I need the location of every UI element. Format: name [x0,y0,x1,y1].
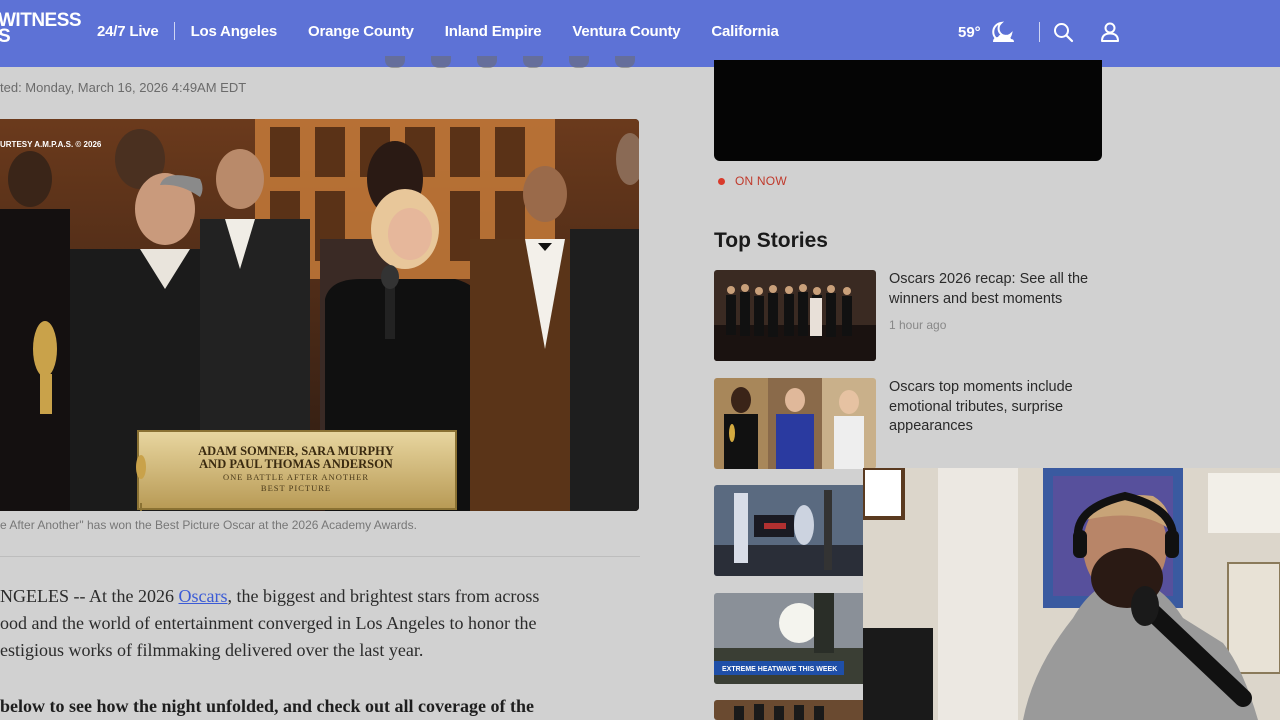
story-time: 1 hour ago [889,318,947,332]
plaque-line4: BEST PICTURE [261,483,331,493]
moon-cloud-icon [991,21,1014,42]
header-divider [1039,22,1040,42]
on-now-indicator: ON NOW [718,174,787,188]
body-line3: estigious works of filmmaking delivered … [0,640,424,660]
nav-los-angeles[interactable]: Los Angeles [191,23,278,40]
facebook-icon[interactable] [385,56,405,68]
story-thumbnail[interactable] [714,378,876,469]
body-line2: ood and the world of entertainment conve… [0,613,537,633]
plaque-line2: AND PAUL THOMAS ANDERSON [199,457,393,471]
nav-orange-county[interactable]: Orange County [308,23,414,40]
story-title[interactable]: Oscars top moments include emotional tri… [889,378,1104,437]
oscars-link[interactable]: Oscars [178,586,227,606]
story-thumbnail[interactable] [714,485,876,576]
article-body: NGELES -- At the 2026 Oscars, the bigges… [0,583,620,664]
story-title[interactable]: Oscars 2026 recap: See all the winners a… [889,270,1104,309]
nav-live[interactable]: 24/7 Live [97,23,159,40]
x-icon[interactable] [431,56,451,68]
user-icon[interactable] [1099,21,1121,43]
logo-line1: WITNESS [0,10,82,31]
body-rest: , the biggest and brightest stars from a… [227,586,540,606]
body-prefix: NGELES -- At the 2026 [0,586,179,606]
story-item[interactable]: Oscars 2026 recap: See all the winners a… [714,270,1104,362]
plaque-line1: ADAM SOMNER, SARA MURPHY [198,444,394,458]
link-icon[interactable] [615,56,635,68]
nav-ventura-county[interactable]: Ventura County [572,23,680,40]
reddit-icon[interactable] [477,56,497,68]
image-courtesy: URTESY A.M.P.A.S. © 2026 [0,140,102,149]
weather-widget[interactable]: 59° [958,20,1017,44]
story-thumbnail[interactable]: EXTREME HEATWAVE THIS WEEK [714,593,876,684]
body-line1: NGELES -- At the 2026 Oscars, the bigges… [0,583,620,610]
article-bold-text: below to see how the night unfolded, and… [0,696,534,716]
live-video-player[interactable] [714,60,1102,161]
on-now-label: ON NOW [735,174,787,188]
image-caption: e After Another" has won the Best Pictur… [0,518,417,532]
story-thumbnail[interactable] [714,700,876,720]
page: WITNESS S 24/7 Live Los Angeles Orange C… [0,0,1280,720]
plaque-line3: ONE BATTLE AFTER ANOTHER [223,472,369,482]
nav-inland-empire[interactable]: Inland Empire [445,23,542,40]
nav-divider [173,22,175,40]
pinterest-icon[interactable] [523,56,543,68]
heatwave-banner: EXTREME HEATWAVE THIS WEEK [722,666,837,673]
article-divider [0,556,640,557]
email-icon[interactable] [569,56,589,68]
share-buttons [385,56,635,68]
logo[interactable]: WITNESS S [0,10,82,47]
weather-temp: 59° [958,23,981,41]
live-dot-icon [718,177,725,185]
nav-california[interactable]: California [711,23,778,40]
logo-line2: S [0,26,11,47]
site-header: WITNESS S 24/7 Live Los Angeles Orange C… [0,0,1280,67]
updated-timestamp: ted: Monday, March 16, 2026 4:49AM EDT [0,80,247,95]
story-thumbnail[interactable] [714,270,876,361]
search-icon[interactable] [1052,21,1074,43]
story-item[interactable]: Oscars top moments include emotional tri… [714,378,1104,469]
top-stories-heading: Top Stories [714,229,828,252]
main-nav: 24/7 Live Los Angeles Orange County Inla… [97,20,810,42]
oscars-stage-photo: ADAM SOMNER, SARA MURPHY AND PAUL THOMAS… [0,119,639,511]
hero-image[interactable]: ADAM SOMNER, SARA MURPHY AND PAUL THOMAS… [0,119,639,511]
webcam-overlay [863,468,1280,720]
